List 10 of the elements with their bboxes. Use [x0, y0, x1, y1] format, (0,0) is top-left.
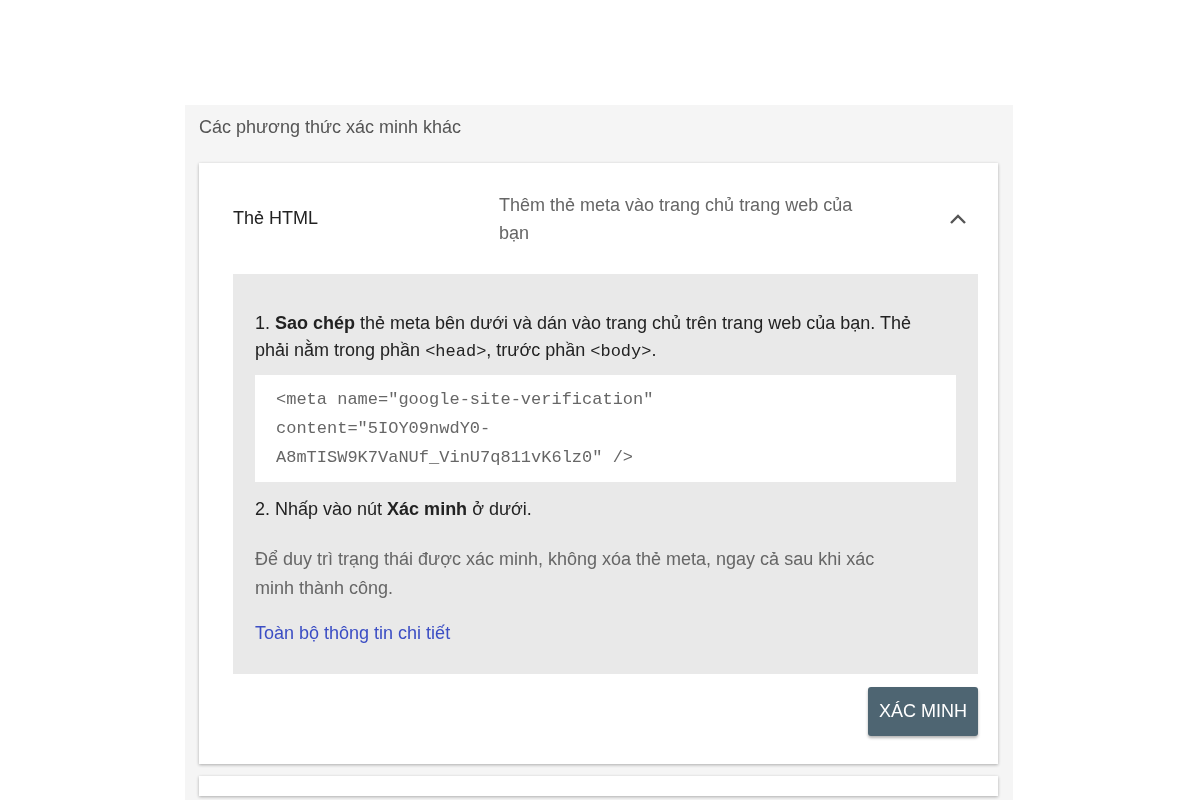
chevron-icon[interactable]: [949, 212, 967, 225]
method-description: Thêm thẻ meta vào trang chủ trang web của bạn: [499, 193, 854, 245]
code-block: <meta name="google-site-verification" content="5IOY09nwdY0- A8mTISW9K7VaNUf_VinU7q811vK6lz0" />: [255, 375, 956, 482]
step-text: 2. Nhấp vào nút Xác minh ở dưới.: [255, 498, 533, 521]
step-text: 1. Sao chép thẻ meta bên dưới và dán vào trang chủ trên trang web của bạn. Thẻ phải nằm trong phần <head>, trước phần <body>.: [255, 312, 912, 363]
method-name: Thẻ HTML: [233, 208, 320, 229]
details-link[interactable]: Toàn bộ thông tin chi tiết: [255, 623, 451, 644]
verify-button[interactable]: XÁC MINH: [868, 687, 978, 736]
note-text: Để duy trì trạng thái được xác minh, không xóa thẻ meta, ngay cả sau khi xác minh thành công.: [255, 548, 876, 600]
section-title: Các phương thức xác minh khác: [199, 116, 463, 139]
